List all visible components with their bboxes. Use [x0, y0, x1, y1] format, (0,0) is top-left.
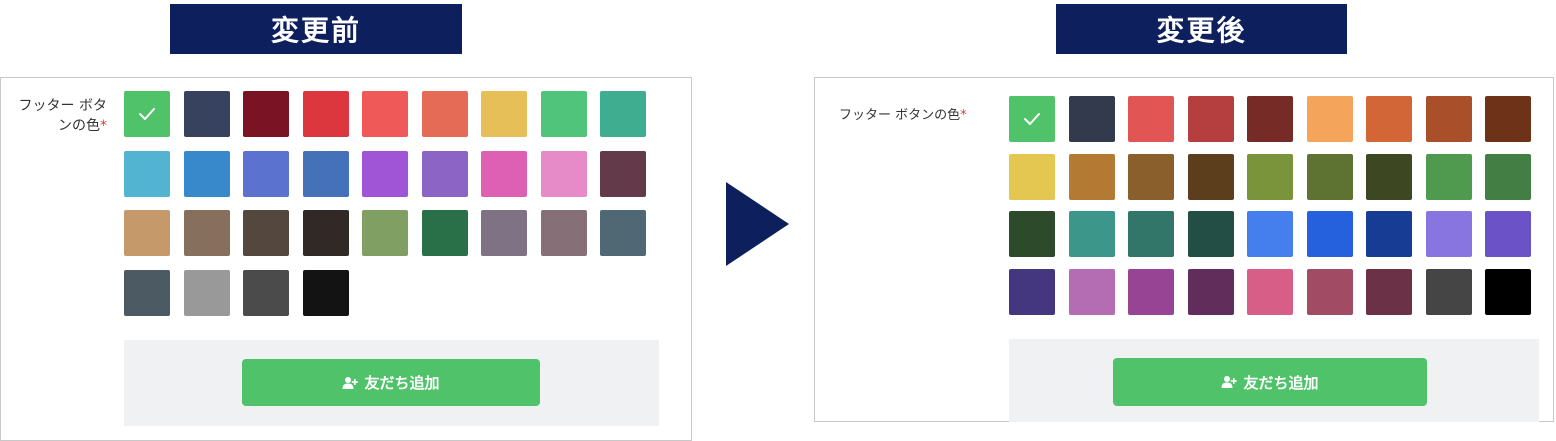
color-swatch[interactable] [1009, 153, 1055, 200]
color-swatch[interactable] [1009, 211, 1055, 257]
color-swatch[interactable] [1425, 268, 1472, 315]
before-add-friend-button[interactable]: 友だち追加 [242, 359, 540, 406]
color-swatch[interactable] [183, 150, 230, 197]
color-swatch[interactable] [362, 91, 408, 137]
color-swatch[interactable] [243, 210, 289, 256]
after-add-friend-button[interactable]: 友だち追加 [1113, 358, 1427, 406]
color-swatch[interactable] [1485, 268, 1531, 315]
color-swatch[interactable] [1068, 96, 1115, 142]
color-swatch[interactable] [481, 150, 527, 197]
after-color-palette [1009, 96, 1531, 336]
color-swatch[interactable] [1187, 268, 1234, 315]
color-swatch[interactable] [540, 210, 587, 256]
color-swatch[interactable] [1009, 268, 1055, 315]
color-swatch[interactable] [124, 210, 170, 256]
color-swatch[interactable] [124, 269, 170, 316]
color-swatch[interactable] [1128, 211, 1174, 257]
after-add-friend-label: 友だち追加 [1243, 373, 1319, 392]
before-footer-button-color-label: フッター ボタンの色* [13, 96, 107, 136]
color-swatch[interactable] [421, 150, 468, 197]
color-swatch[interactable] [600, 150, 646, 197]
before-banner: 変更前 [170, 4, 462, 54]
color-swatch[interactable] [1247, 153, 1293, 200]
before-banner-text: 変更前 [270, 14, 361, 47]
after-label-text: フッター ボタンの色 [839, 108, 961, 123]
check-icon [139, 108, 155, 120]
color-swatch[interactable] [1366, 153, 1412, 200]
color-swatch[interactable] [1425, 211, 1472, 257]
before-add-friend-label: 友だち追加 [364, 374, 440, 392]
color-swatch[interactable] [1366, 211, 1412, 257]
color-swatch[interactable] [243, 91, 289, 137]
color-swatch[interactable] [540, 91, 587, 137]
color-swatch[interactable] [1425, 153, 1472, 200]
color-swatch[interactable] [243, 150, 289, 197]
after-footer-button-color-label: フッター ボタンの色* [839, 106, 1019, 126]
color-swatch[interactable] [1187, 96, 1234, 142]
arrow-right-icon [726, 182, 789, 266]
color-swatch[interactable] [1306, 96, 1353, 142]
color-swatch[interactable] [1366, 96, 1412, 142]
color-swatch[interactable] [1247, 96, 1293, 142]
after-preview-area: 友だち追加 [1009, 339, 1539, 422]
color-swatch[interactable] [1128, 268, 1174, 315]
color-swatch[interactable] [243, 269, 289, 316]
color-swatch[interactable] [124, 91, 170, 137]
color-swatch[interactable] [481, 210, 527, 256]
color-swatch[interactable] [421, 210, 468, 256]
color-swatch[interactable] [1306, 211, 1353, 257]
color-swatch[interactable] [540, 150, 587, 197]
color-swatch[interactable] [362, 150, 408, 197]
color-swatch[interactable] [1128, 153, 1174, 200]
color-swatch[interactable] [1247, 211, 1293, 257]
before-panel: フッター ボタンの色* 友だち追加 [0, 77, 692, 441]
color-swatch[interactable] [1485, 211, 1531, 257]
color-swatch[interactable] [183, 210, 230, 256]
color-swatch[interactable] [302, 210, 349, 256]
before-label-text: フッター ボタンの色 [18, 98, 107, 134]
color-swatch[interactable] [1485, 96, 1531, 142]
color-swatch[interactable] [1366, 268, 1412, 315]
color-swatch[interactable] [1068, 153, 1115, 200]
color-swatch[interactable] [1187, 211, 1234, 257]
before-color-palette [124, 91, 654, 331]
after-panel: フッター ボタンの色* 友だち追加 [814, 77, 1554, 422]
color-swatch[interactable] [124, 150, 170, 197]
after-banner: 変更後 [1056, 4, 1347, 54]
color-swatch[interactable] [1485, 153, 1531, 200]
color-swatch[interactable] [1128, 96, 1174, 142]
color-swatch[interactable] [600, 91, 646, 137]
color-swatch[interactable] [1187, 153, 1234, 200]
color-swatch[interactable] [600, 210, 646, 256]
color-swatch[interactable] [1306, 153, 1353, 200]
add-user-icon [1221, 376, 1238, 388]
color-swatch[interactable] [481, 91, 527, 137]
color-swatch[interactable] [1247, 268, 1293, 315]
color-swatch[interactable] [183, 269, 230, 316]
after-required-mark: * [960, 108, 967, 123]
check-icon [1024, 113, 1040, 125]
before-preview-area: 友だち追加 [124, 340, 659, 426]
color-swatch[interactable] [1306, 268, 1353, 315]
color-swatch[interactable] [362, 210, 408, 256]
color-swatch[interactable] [302, 269, 349, 316]
before-required-mark: * [100, 118, 107, 134]
color-swatch[interactable] [1068, 268, 1115, 315]
color-swatch[interactable] [183, 91, 230, 137]
color-swatch[interactable] [302, 150, 349, 197]
color-swatch[interactable] [1068, 211, 1115, 257]
add-user-icon [342, 376, 359, 389]
color-swatch[interactable] [1425, 96, 1472, 142]
color-swatch[interactable] [302, 91, 349, 137]
color-swatch[interactable] [421, 91, 468, 137]
color-swatch[interactable] [1009, 96, 1055, 142]
after-banner-text: 変更後 [1156, 14, 1247, 47]
